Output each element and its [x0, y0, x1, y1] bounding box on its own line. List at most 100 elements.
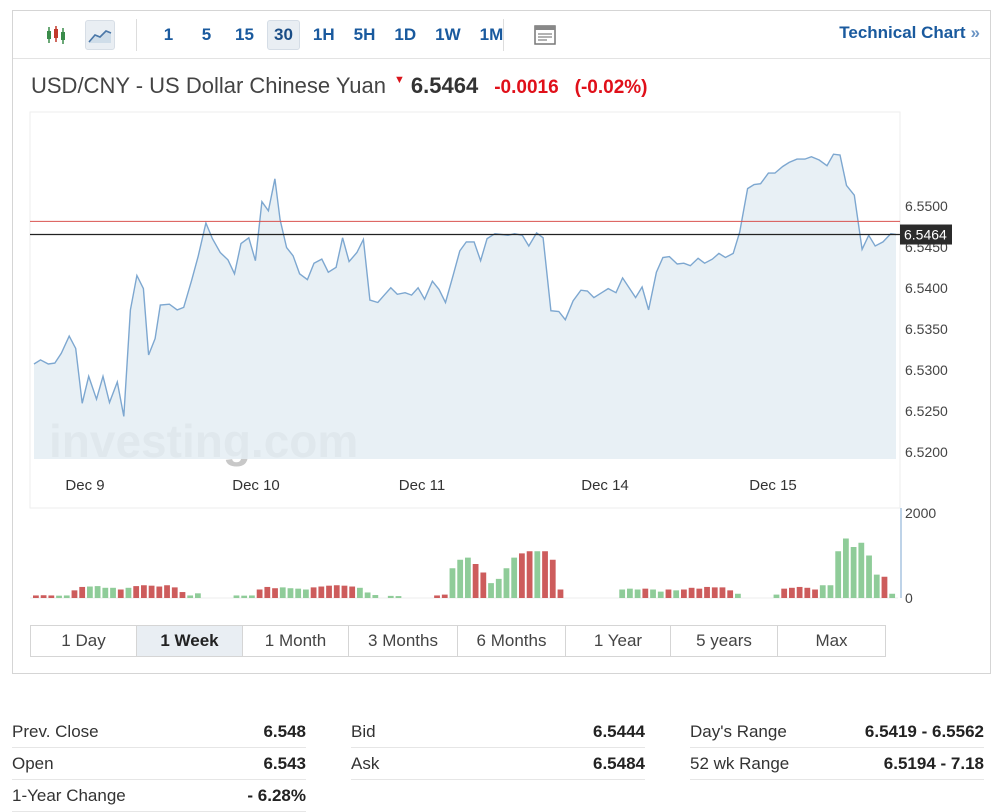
- double-chevron-right-icon: »: [970, 23, 980, 42]
- x-tick-label: Dec 14: [581, 477, 629, 494]
- stats-column-1: Prev. Close 6.548 Open 6.543 1-Year Change - …: [12, 716, 306, 812]
- volume-bar: [326, 585, 332, 598]
- volume-bar: [249, 595, 255, 598]
- volume-bar: [449, 568, 456, 598]
- technical-chart-label: Technical Chart: [839, 23, 966, 42]
- stat-value: 6.548: [263, 721, 306, 741]
- stat-label: Bid: [351, 721, 376, 741]
- x-tick-label: Dec 9: [65, 477, 104, 494]
- volume-bar: [171, 587, 178, 598]
- volume-bar: [619, 589, 626, 598]
- stat-row: 52 wk Range 6.5194 - 7.18: [690, 748, 984, 780]
- chart-toolbar: 1 5 15 30 1H 5H 1D 1W 1M Technical Chart»: [13, 11, 990, 59]
- volume-bar: [434, 595, 440, 598]
- volume-bar: [164, 585, 170, 598]
- interval-5[interactable]: 5: [191, 20, 222, 50]
- candlestick-icon[interactable]: [41, 20, 71, 50]
- volume-bar: [187, 595, 194, 598]
- stat-label: Open: [12, 753, 54, 773]
- volume-bar: [56, 595, 62, 598]
- volume-bar: [333, 585, 340, 598]
- y-tick-label: 6.5400: [905, 280, 948, 296]
- volume-bar: [627, 588, 633, 598]
- instrument-header: USD/CNY - US Dollar Chinese Yuan ▼ 6.546…: [31, 73, 664, 99]
- range-6-months[interactable]: 6 Months: [458, 626, 566, 656]
- volume-bar: [511, 557, 518, 598]
- volume-bar: [519, 553, 525, 598]
- volume-bar: [256, 589, 263, 598]
- range-1-year[interactable]: 1 Year: [566, 626, 671, 656]
- last-price: 6.5464: [410, 73, 479, 98]
- volume-bar: [858, 542, 865, 598]
- range-3-months[interactable]: 3 Months: [349, 626, 458, 656]
- volume-bar: [542, 551, 548, 598]
- interval-1d[interactable]: 1D: [388, 20, 422, 50]
- stat-label: Prev. Close: [12, 721, 99, 741]
- volume-bar: [789, 587, 795, 598]
- news-table-icon[interactable]: [530, 20, 560, 50]
- volume-bar: [156, 586, 163, 598]
- volume-bar: [696, 588, 703, 598]
- technical-chart-link[interactable]: Technical Chart»: [839, 23, 980, 43]
- interval-15[interactable]: 15: [229, 20, 260, 50]
- stat-row: 1-Year Change - 6.28%: [12, 780, 306, 812]
- interval-1h[interactable]: 1H: [307, 20, 341, 50]
- range-1-day[interactable]: 1 Day: [31, 626, 137, 656]
- volume-bar: [318, 586, 325, 598]
- stat-row: Day's Range 6.5419 - 6.5562: [690, 716, 984, 748]
- volume-tick-label: 0: [905, 590, 913, 606]
- interval-1w[interactable]: 1W: [429, 20, 467, 50]
- volume-tick-label: 2000: [905, 505, 936, 521]
- volume-bar: [827, 585, 834, 598]
- price-change-percent: (-0.02%): [574, 77, 648, 98]
- volume-bar: [873, 574, 880, 598]
- stat-label: Ask: [351, 753, 380, 773]
- volume-bar: [287, 588, 294, 598]
- volume-bar: [773, 594, 780, 598]
- y-tick-label: 6.5250: [905, 403, 948, 419]
- time-range-selector: 1 Day 1 Week 1 Month 3 Months 6 Months 1 Year…: [30, 625, 886, 657]
- volume-bar: [781, 588, 788, 598]
- volume-bar: [796, 586, 803, 598]
- volume-bar: [819, 585, 826, 598]
- volume-bar: [279, 587, 286, 598]
- volume-bar: [549, 559, 556, 598]
- price-chart[interactable]: investing.com6.55006.54506.54006.53506.5…: [13, 109, 990, 619]
- down-arrow-icon: ▼: [394, 74, 405, 86]
- volume-bar: [812, 589, 818, 598]
- volume-bar: [233, 595, 240, 598]
- range-1-week[interactable]: 1 Week: [137, 626, 243, 656]
- stats-column-3: Day's Range 6.5419 - 6.5562 52 wk Range 6.5…: [690, 716, 984, 780]
- volume-bar: [264, 586, 271, 598]
- area-chart-icon[interactable]: [85, 20, 115, 50]
- toolbar-divider: [136, 19, 137, 51]
- toolbar-divider: [503, 19, 504, 51]
- volume-bar: [33, 595, 39, 598]
- volume-bar: [526, 551, 533, 598]
- interval-5h[interactable]: 5H: [348, 20, 382, 50]
- volume-bar: [364, 592, 371, 598]
- current-price-tag-label: 6.5464: [904, 227, 947, 243]
- range-5-years[interactable]: 5 years: [671, 626, 778, 656]
- volume-bar: [804, 587, 811, 598]
- volume-bar: [148, 585, 155, 598]
- stat-label: 1-Year Change: [12, 785, 126, 805]
- volume-bar: [843, 538, 849, 598]
- interval-30[interactable]: 30: [267, 20, 300, 50]
- volume-bar: [457, 559, 464, 598]
- volume-bar: [133, 586, 140, 598]
- stat-row: Bid 6.5444: [351, 716, 645, 748]
- chart-widget: 1 5 15 30 1H 5H 1D 1W 1M Technical Chart» USD/CN…: [12, 10, 991, 674]
- volume-bar: [465, 557, 471, 598]
- range-max[interactable]: Max: [778, 626, 885, 656]
- price-change: -0.0016: [494, 77, 559, 98]
- stat-row: Ask 6.5484: [351, 748, 645, 780]
- volume-bar: [349, 586, 356, 598]
- volume-bar: [303, 589, 309, 598]
- volume-bar: [665, 589, 672, 598]
- interval-1[interactable]: 1: [153, 20, 184, 50]
- volume-bar: [634, 589, 641, 598]
- range-1-month[interactable]: 1 Month: [243, 626, 349, 656]
- volume-bar: [110, 587, 116, 598]
- volume-bar: [488, 583, 494, 598]
